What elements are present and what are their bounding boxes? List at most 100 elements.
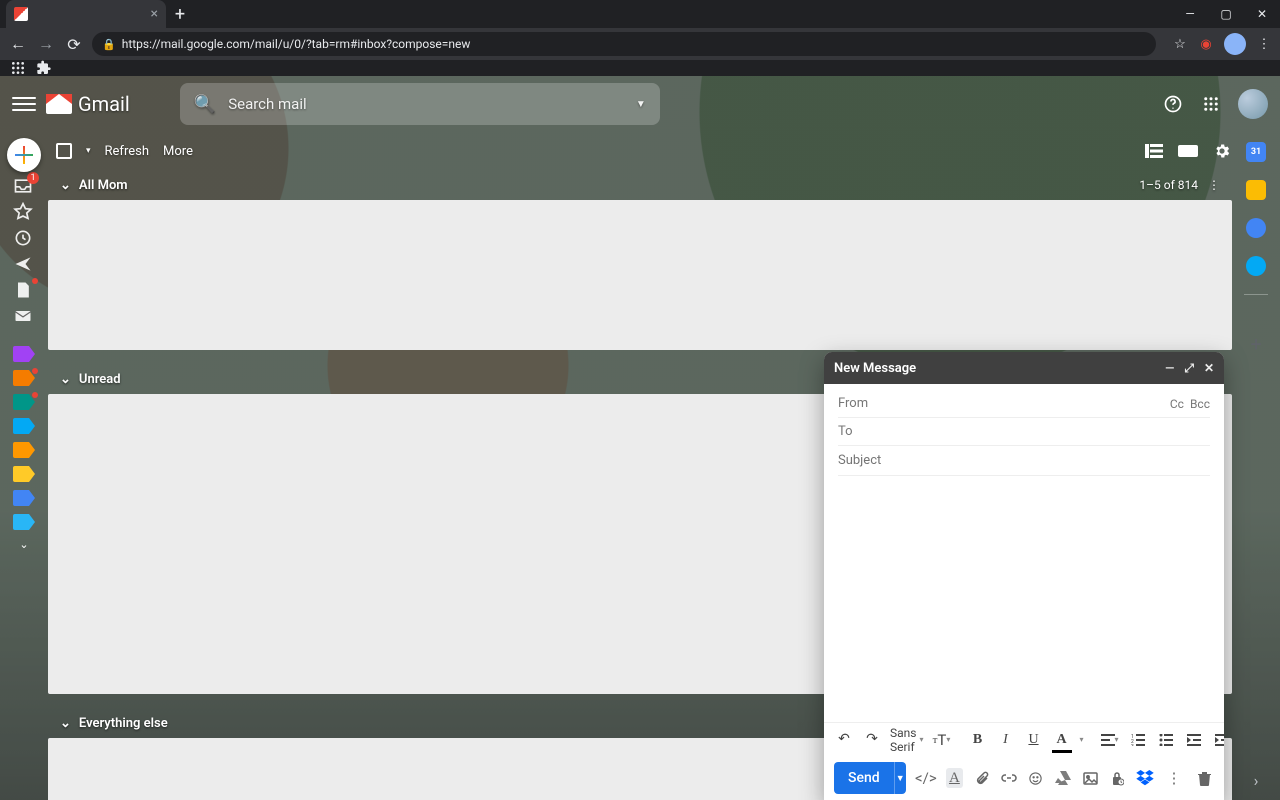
attach-file-icon[interactable] <box>973 768 990 788</box>
nav-reload-icon[interactable]: ⟳ <box>64 34 84 54</box>
lock-icon: 🔒 <box>102 38 116 51</box>
compose-minimize-icon[interactable]: — <box>1165 361 1174 376</box>
snoozed-icon[interactable] <box>13 228 35 246</box>
underline-icon[interactable]: U <box>1024 729 1044 751</box>
extensions-puzzle-icon[interactable] <box>36 60 52 76</box>
plus-icon <box>15 146 33 164</box>
bcc-button[interactable]: Bcc <box>1190 397 1210 411</box>
google-apps-icon[interactable] <box>1200 93 1222 115</box>
label-8-icon[interactable]: .rail-label[data-name="label-8-icon"]:be… <box>13 514 35 530</box>
font-family-select[interactable]: Sans Serif▾ <box>890 726 924 754</box>
input-tools-icon[interactable] <box>1178 141 1198 161</box>
compose-fullscreen-icon[interactable]: ⤢ <box>1184 361 1194 376</box>
select-dropdown-icon[interactable]: ▾ <box>86 146 91 156</box>
account-avatar[interactable] <box>1238 89 1268 119</box>
numbered-list-icon[interactable]: 123 <box>1128 729 1148 751</box>
calendar-icon[interactable]: 31 <box>1246 142 1266 162</box>
search-icon: 🔍 <box>194 94 216 115</box>
search-input[interactable]: 🔍 Search mail ▼ <box>180 83 660 125</box>
send-options-icon[interactable]: ▼ <box>894 762 906 794</box>
select-all-checkbox[interactable] <box>56 143 72 159</box>
drafts-icon[interactable] <box>13 280 35 298</box>
new-tab-button[interactable]: + <box>166 0 194 28</box>
nav-back-icon[interactable]: ← <box>8 34 28 54</box>
keep-icon[interactable] <box>1246 180 1266 200</box>
address-bar[interactable]: 🔒 https://mail.google.com/mail/u/0/?tab=… <box>92 32 1156 56</box>
label-2-icon[interactable]: .rail-label[data-name="label-2-icon"]:be… <box>13 370 35 386</box>
subject-input[interactable] <box>838 453 1210 468</box>
indent-more-icon[interactable] <box>1212 729 1224 751</box>
redo-icon[interactable]: ↷ <box>862 729 882 751</box>
support-icon[interactable] <box>1162 93 1184 115</box>
cc-button[interactable]: Cc <box>1170 397 1184 411</box>
apps-icon[interactable] <box>10 60 26 76</box>
chrome-menu-icon[interactable]: ⋮ <box>1256 36 1272 52</box>
more-labels-icon[interactable]: ⌄ <box>13 538 35 551</box>
more-button[interactable]: More <box>163 144 193 159</box>
discard-draft-icon[interactable] <box>1194 768 1214 788</box>
text-color-icon[interactable]: A <box>1052 729 1072 751</box>
collapse-icon[interactable]: ⌄ <box>60 178 71 193</box>
label-2-dot <box>32 368 38 374</box>
compose-button[interactable] <box>7 138 41 172</box>
inbox-icon[interactable]: 1 <box>13 176 35 194</box>
label-3-icon[interactable]: .rail-label[data-name="label-3-icon"]:be… <box>13 394 35 410</box>
bullet-list-icon[interactable] <box>1156 729 1176 751</box>
tab-close-icon[interactable]: × <box>151 6 158 22</box>
hide-panel-icon[interactable]: › <box>1244 768 1268 792</box>
align-icon[interactable]: ▾ <box>1100 729 1120 751</box>
label-5-icon[interactable]: .rail-label[data-name="label-5-icon"]:be… <box>13 442 35 458</box>
dropbox-icon[interactable] <box>1136 768 1154 788</box>
all-mail-icon[interactable] <box>13 306 35 324</box>
starred-icon[interactable] <box>13 202 35 220</box>
italic-icon[interactable]: I <box>996 729 1016 751</box>
window-maximize-icon[interactable]: ▢ <box>1208 0 1244 28</box>
bold-icon[interactable]: B <box>968 729 988 751</box>
svg-text:3: 3 <box>1131 744 1134 746</box>
insert-photo-icon[interactable] <box>1082 768 1099 788</box>
browser-tab[interactable]: × <box>6 0 166 28</box>
extension-icon[interactable]: ◉ <box>1198 36 1214 52</box>
search-options-icon[interactable]: ▼ <box>636 99 646 110</box>
refresh-button[interactable]: Refresh <box>105 144 149 159</box>
font-size-icon[interactable]: тT▾ <box>932 729 952 751</box>
label-1-icon[interactable]: .rail-label[style*="a142f4"]:before{back… <box>13 346 35 362</box>
confidential-mode-icon[interactable] <box>1109 768 1126 788</box>
send-button[interactable]: Send ▼ <box>834 762 906 794</box>
message-list-panel[interactable] <box>48 200 1232 350</box>
get-addons-icon[interactable]: + <box>1250 332 1261 356</box>
collapse-icon[interactable]: ⌄ <box>60 372 71 387</box>
tasks-icon[interactable] <box>1246 218 1266 238</box>
star-icon[interactable]: ☆ <box>1172 36 1188 52</box>
pager-text: 1–5 of 814 <box>1139 178 1198 192</box>
to-input[interactable] <box>853 424 1210 439</box>
window-minimize-icon[interactable]: — <box>1172 0 1208 28</box>
label-4-icon[interactable]: .rail-label[data-name="label-4-icon"]:be… <box>13 418 35 434</box>
window-close-icon[interactable]: ✕ <box>1244 0 1280 28</box>
main-menu-icon[interactable] <box>12 92 36 116</box>
profile-avatar[interactable] <box>1224 33 1246 55</box>
indent-less-icon[interactable] <box>1184 729 1204 751</box>
insert-link-icon[interactable] <box>1000 768 1017 788</box>
insert-emoji-icon[interactable] <box>1027 768 1044 788</box>
collapse-icon[interactable]: ⌄ <box>60 716 71 731</box>
to-label: To <box>838 424 853 439</box>
gmail-logo[interactable]: Gmail <box>46 92 130 116</box>
more-options-icon[interactable]: ⋮ <box>1164 768 1184 788</box>
from-label[interactable]: From <box>838 396 868 411</box>
compose-body[interactable] <box>824 476 1224 722</box>
section-all-mom-header[interactable]: ⌄ All Mom 1–5 of 814 ⋮ <box>48 170 1232 200</box>
addon-icon[interactable] <box>1246 256 1266 276</box>
text-format-icon[interactable]: A <box>946 768 963 788</box>
label-6-icon[interactable]: .rail-label[data-name="label-6-icon"]:be… <box>13 466 35 482</box>
settings-gear-icon[interactable] <box>1212 141 1232 161</box>
format-toolbar: ↶ ↷ Sans Serif▾ тT▾ B I U A▾ ▾ 123 ▾ <box>824 722 1224 756</box>
undo-icon[interactable]: ↶ <box>834 729 854 751</box>
label-7-icon[interactable]: .rail-label[data-name="label-7-icon"]:be… <box>13 490 35 506</box>
section-menu-icon[interactable]: ⋮ <box>1208 178 1220 192</box>
insert-drive-icon[interactable] <box>1055 768 1072 788</box>
code-formatting-icon[interactable]: </> <box>916 768 936 788</box>
compose-close-icon[interactable]: ✕ <box>1204 361 1214 376</box>
split-pane-icon[interactable] <box>1144 141 1164 161</box>
sent-icon[interactable] <box>13 254 35 272</box>
